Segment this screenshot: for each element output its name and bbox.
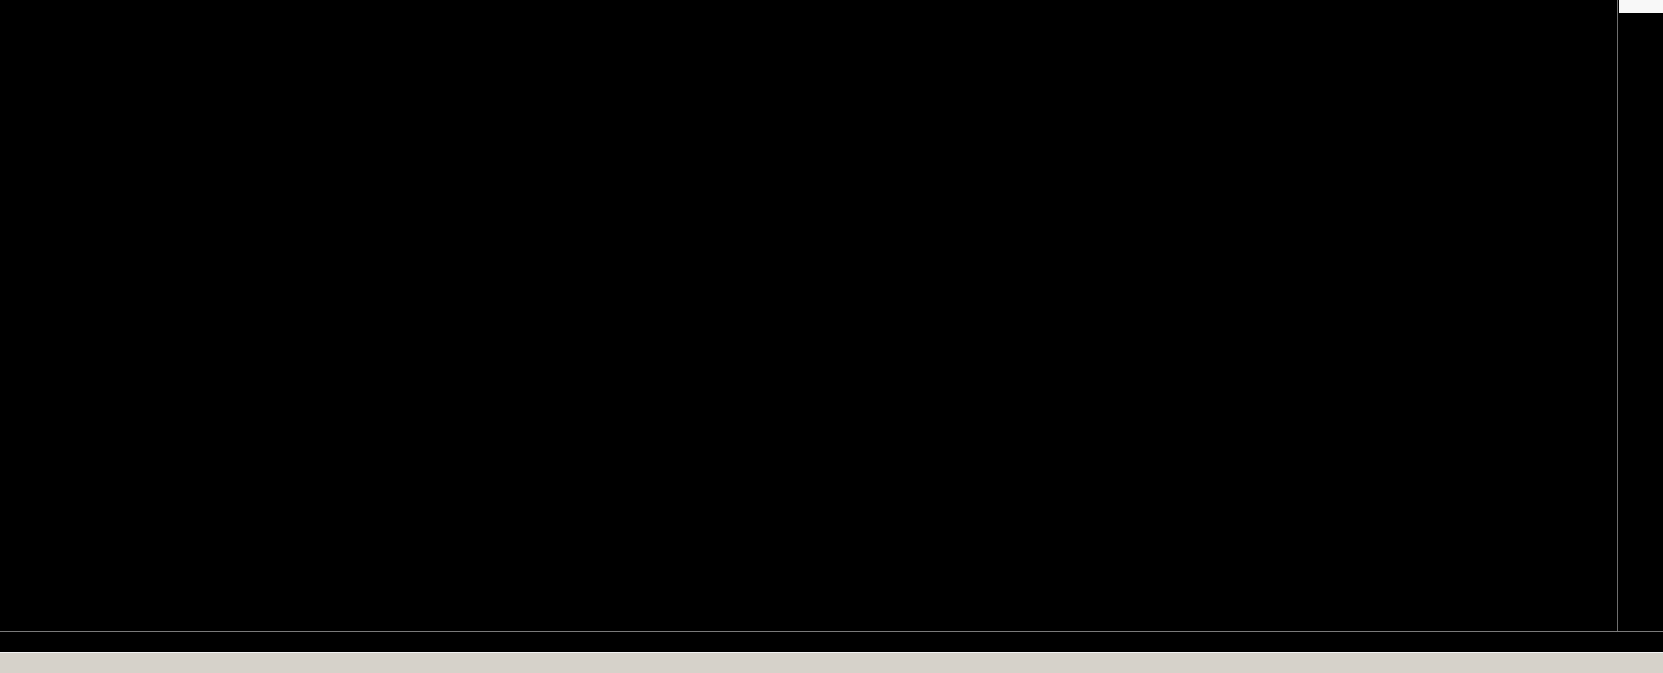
trading-terminal [0, 0, 1663, 673]
chart-canvas[interactable] [0, 0, 1617, 631]
time-axis[interactable] [0, 631, 1663, 652]
chart-area [0, 0, 1663, 631]
bid-price-tag [1619, 0, 1663, 13]
price-axis[interactable] [1617, 0, 1663, 631]
chart-tab-bar [0, 652, 1663, 673]
candlestick-chart[interactable] [0, 0, 1617, 631]
